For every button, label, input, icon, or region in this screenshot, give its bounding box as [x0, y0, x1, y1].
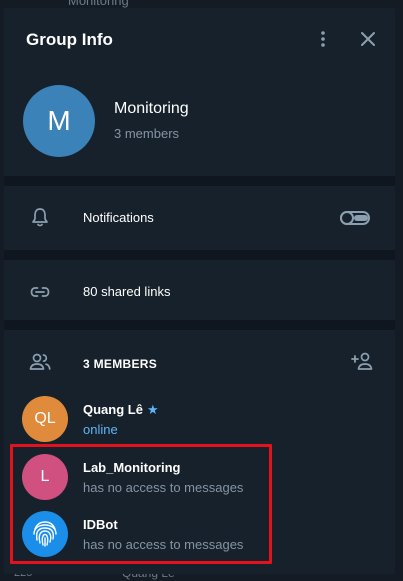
close-icon [361, 32, 375, 46]
section-divider [4, 176, 395, 186]
group-name: Monitoring [114, 100, 189, 117]
member-status: has no access to messages [83, 480, 244, 495]
group-avatar-letter: M [47, 105, 71, 136]
group-member-count: 3 members [114, 126, 180, 141]
member-row[interactable]: L Lab_Monitoring has no access to messag… [4, 448, 395, 504]
notifications-toggle[interactable] [340, 211, 370, 225]
fingerprint-icon [33, 521, 57, 547]
star-icon: ★ [146, 402, 159, 417]
member-name: Lab_Monitoring [83, 460, 181, 475]
member-status: has no access to messages [83, 537, 244, 552]
shared-links-label: 80 shared links [83, 284, 171, 299]
member-row[interactable]: IDBot has no access to messages [4, 505, 395, 561]
group-profile: M Monitoring 3 members [4, 70, 395, 176]
notifications-row[interactable]: Notifications [4, 186, 395, 250]
member-name: Quang Lê ★ [83, 402, 159, 418]
member-name-text: Quang Lê [83, 402, 143, 417]
dialog-header: Group Info [4, 8, 395, 70]
members-header-row: 3 MEMBERS [4, 330, 395, 390]
member-name: IDBot [83, 517, 118, 532]
members-count-label: 3 MEMBERS [83, 357, 158, 371]
bell-icon [32, 208, 48, 227]
add-member-button[interactable] [348, 348, 376, 376]
more-options-button[interactable] [309, 25, 337, 53]
close-button[interactable] [354, 25, 382, 53]
member-row[interactable]: QL Quang Lê ★ online [4, 390, 395, 446]
avatar [22, 511, 68, 557]
shared-links-row[interactable]: 80 shared links [4, 260, 395, 320]
avatar-initials: L [40, 468, 50, 485]
background-chat-title: Monitoring [68, 0, 129, 8]
group-info-dialog: Group Info M Monitoring 3 members Notifi… [4, 8, 395, 574]
section-divider [4, 320, 395, 330]
avatar: QL [22, 396, 68, 442]
section-divider [4, 250, 395, 260]
members-icon [29, 353, 51, 370]
member-status: online [83, 422, 118, 437]
link-icon [30, 287, 50, 297]
more-vertical-icon [321, 31, 325, 47]
add-user-icon [351, 352, 373, 370]
avatar: L [22, 454, 68, 500]
dialog-title: Group Info [26, 30, 113, 49]
avatar-initials: QL [34, 410, 56, 427]
notifications-label: Notifications [83, 210, 154, 225]
group-avatar[interactable]: M [23, 85, 95, 157]
